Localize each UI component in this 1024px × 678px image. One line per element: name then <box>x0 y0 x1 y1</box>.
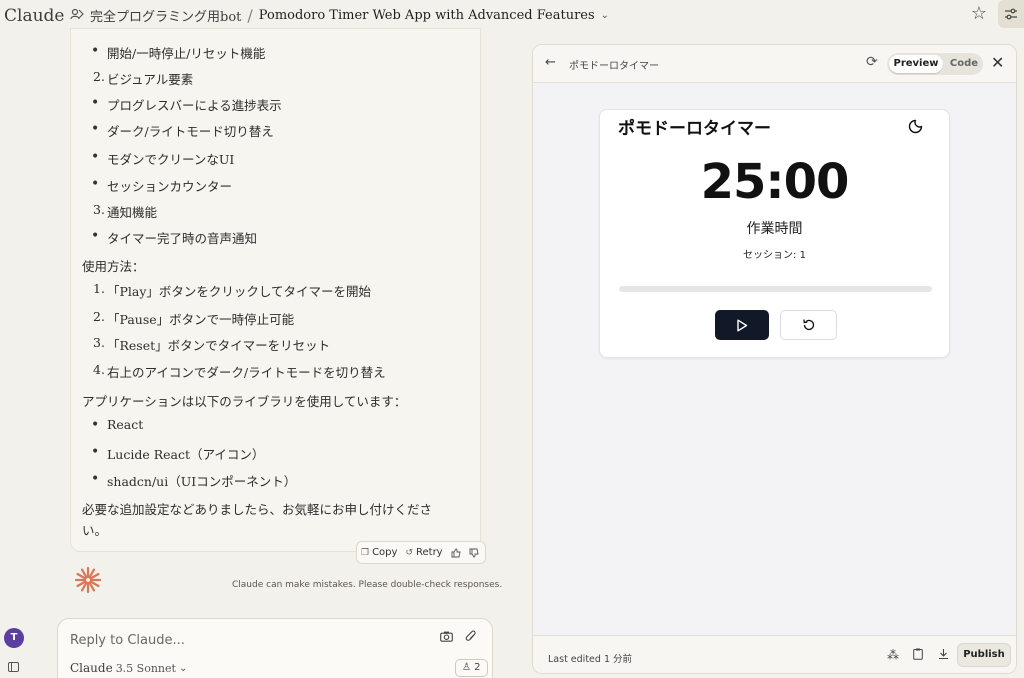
timer-mode-label: 作業時間 <box>746 221 803 237</box>
message-line: React <box>91 417 143 433</box>
timer-card: ポモドーロタイマー 25:00 作業時間 セッション: 1 <box>599 109 950 358</box>
artifact-header: ← ポモドーロタイマー ⟳ Preview Code ✕ <box>533 45 1016 83</box>
list-text: 「Reset」ボタンでタイマーをリセット <box>107 338 331 353</box>
message-line: 開始/一時停止/リセット機能 <box>91 43 265 62</box>
message-line: 使用方法： <box>82 259 145 274</box>
list-text: 通知機能 <box>107 205 158 220</box>
camera-icon[interactable] <box>440 631 453 646</box>
message-line: 3. 「Reset」ボタンでタイマーをリセット <box>93 335 331 354</box>
thumbs-down-icon[interactable] <box>465 548 483 558</box>
message-line: い。 <box>82 523 108 538</box>
close-icon[interactable]: ✕ <box>991 53 1004 72</box>
list-number: 3. <box>93 335 105 350</box>
list-text: 「Pause」ボタンで一時停止可能 <box>107 312 295 327</box>
top-bar: Claude 完全プログラミング用bot / Pomodoro Timer We… <box>0 0 1024 30</box>
list-number: 3. <box>93 202 105 217</box>
view-toggle: Preview Code <box>887 53 983 75</box>
list-number: 2. <box>93 309 105 324</box>
message-line: 3. 通知機能 <box>93 202 158 221</box>
reset-icon <box>802 319 814 331</box>
copy-icon: ❐ <box>361 547 370 558</box>
message-line: アプリケーションは以下のライブラリを使用しています： <box>82 394 407 409</box>
message-line: 4. 右上のアイコンでダーク/ライトモードを切り替え <box>93 362 386 381</box>
conversation-title[interactable]: Pomodoro Timer Web App with Advanced Fea… <box>259 8 595 23</box>
artifact-title: ポモドーロタイマー <box>569 61 659 72</box>
list-text: ビジュアル要素 <box>107 72 194 87</box>
artifact-panel: ← ポモドーロタイマー ⟳ Preview Code ✕ ポモドーロタイマー 2… <box>532 44 1017 674</box>
message-line: Lucide React（アイコン） <box>91 444 264 463</box>
reset-button[interactable] <box>780 310 837 340</box>
message-actions: ❐ Copy ↺ Retry <box>356 541 486 564</box>
user-avatar[interactable]: T <box>4 628 24 648</box>
claude-logo[interactable]: Claude <box>4 6 64 26</box>
chevron-down-icon[interactable]: ⌄ <box>601 10 609 21</box>
retry-icon: ↺ <box>405 547 413 558</box>
message-line: セッションカウンター <box>91 176 232 195</box>
disclaimer-text: Claude can make mistakes. Please double-… <box>232 580 503 590</box>
copy-label: Copy <box>372 547 398 558</box>
timer-display: 25:00 <box>700 154 850 210</box>
retry-label: Retry <box>416 547 443 558</box>
model-selector[interactable]: Claude 3.5 Sonnet ⌄ <box>70 661 187 675</box>
play-icon <box>737 319 748 331</box>
project-link[interactable]: 完全プログラミング用bot <box>90 6 241 25</box>
breadcrumb-separator: / <box>247 6 253 25</box>
message-line: プログレスバーによる進捗表示 <box>91 95 282 114</box>
list-number: 1. <box>93 281 105 296</box>
breadcrumb: 完全プログラミング用bot / Pomodoro Timer Web App w… <box>70 6 609 25</box>
reply-composer[interactable]: Reply to Claude... Claude 3.5 Sonnet ⌄ ♙… <box>57 618 493 678</box>
claude-spark-icon <box>74 566 102 594</box>
message-line: shadcn/ui（UIコンポーネント） <box>91 471 296 490</box>
list-number: 4. <box>93 362 105 377</box>
progress-bar <box>619 286 932 292</box>
message-line: 必要な追加設定などありましたら、お気軽にお申し付けくださ <box>82 502 433 517</box>
message-line: 2. 「Pause」ボタンで一時停止可能 <box>93 309 295 328</box>
artifact-preview: ポモドーロタイマー 25:00 作業時間 セッション: 1 <box>533 83 1016 635</box>
sidebar-toggle-icon[interactable] <box>8 662 19 672</box>
star-icon[interactable]: ☆ <box>968 3 990 25</box>
session-counter: セッション: 1 <box>743 250 806 261</box>
moon-icon[interactable] <box>908 116 926 134</box>
clipboard-icon[interactable] <box>913 648 923 663</box>
translate-icon[interactable]: ⁂ <box>887 648 899 662</box>
back-arrow-icon[interactable]: ← <box>545 55 556 70</box>
settings-sliders-icon[interactable] <box>998 0 1024 28</box>
play-button[interactable] <box>715 310 769 340</box>
person-icon: ♙ <box>462 662 471 673</box>
list-text: 「Play」ボタンをクリックしてタイマーを開始 <box>107 284 372 299</box>
artifact-footer: Last edited 1 分前 ⁂ Publish <box>533 635 1016 673</box>
message-line: タイマー完了時の音声通知 <box>91 228 257 247</box>
refresh-icon[interactable]: ⟳ <box>866 54 878 70</box>
project-icon <box>70 8 84 24</box>
last-edited-text: Last edited 1 分前 <box>548 654 633 665</box>
thumbs-up-icon[interactable] <box>447 548 465 558</box>
message-line: 2. ビジュアル要素 <box>93 69 194 88</box>
publish-button[interactable]: Publish <box>957 643 1011 667</box>
reply-input[interactable]: Reply to Claude... <box>70 633 185 648</box>
timer-title: ポモドーロタイマー <box>618 119 771 139</box>
paperclip-icon[interactable] <box>465 630 477 647</box>
download-icon[interactable] <box>938 648 949 663</box>
list-number: 2. <box>93 69 105 84</box>
copy-button[interactable]: ❐ Copy <box>357 547 401 558</box>
list-text: 右上のアイコンでダーク/ライトモードを切り替え <box>107 365 386 380</box>
tab-code[interactable]: Code <box>947 55 981 73</box>
retry-button[interactable]: ↺ Retry <box>401 547 446 558</box>
message-line: ダーク/ライトモード切り替え <box>91 121 274 140</box>
message-line: 1. 「Play」ボタンをクリックしてタイマーを開始 <box>93 281 372 300</box>
message-line: モダンでクリーンなUI <box>91 149 234 168</box>
chevron-down-icon: ⌄ <box>178 662 188 674</box>
project-knowledge-badge[interactable]: ♙ 2 <box>455 659 488 677</box>
model-version: 3.5 Sonnet <box>115 661 176 675</box>
model-name: Claude <box>70 661 113 675</box>
project-count: 2 <box>474 662 481 673</box>
tab-preview[interactable]: Preview <box>889 55 943 73</box>
